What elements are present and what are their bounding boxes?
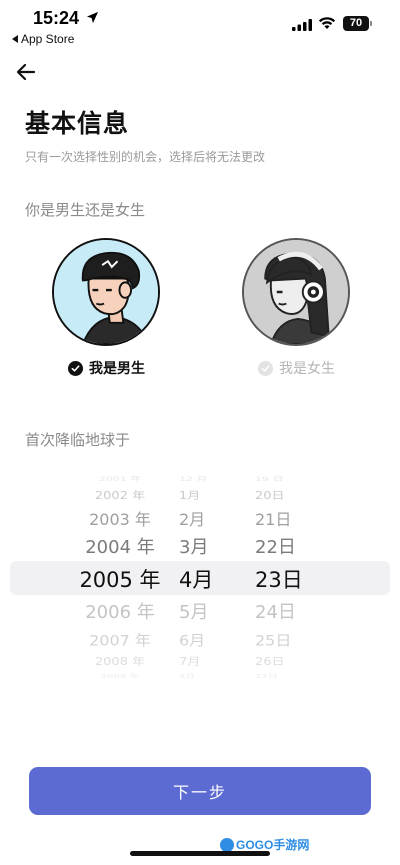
birth-date-picker[interactable]: 2001 年 2002 年 2003 年 2004 年 2005 年 2006 …: [0, 474, 400, 680]
checkmark-icon: [258, 360, 273, 376]
cellular-signal-icon: [292, 19, 312, 31]
day-option[interactable]: 20日: [245, 487, 305, 502]
boy-avatar-illustration: [54, 240, 158, 344]
year-option[interactable]: 2002 年: [70, 487, 170, 502]
year-option[interactable]: 2006 年: [70, 598, 170, 624]
month-option[interactable]: 12 月: [170, 475, 220, 484]
male-option-label: 我是男生: [89, 361, 145, 377]
day-option[interactable]: 19 日: [245, 475, 305, 484]
day-option[interactable]: 26日: [245, 653, 305, 668]
back-to-app-store[interactable]: App Store: [12, 32, 74, 46]
female-option[interactable]: 我是女生: [258, 358, 335, 378]
gender-question: 你是男生还是女生: [25, 201, 146, 219]
battery-level: 70: [343, 16, 369, 31]
birth-question: 首次降临地球于: [25, 431, 131, 449]
month-option[interactable]: 1月: [170, 487, 220, 502]
back-triangle-icon: [12, 35, 18, 43]
year-option[interactable]: 2003 年: [70, 506, 170, 530]
month-option[interactable]: 8月: [170, 671, 220, 680]
page-title: 基本信息: [25, 109, 130, 138]
day-option[interactable]: 25日: [245, 628, 305, 650]
checkmark-icon: [68, 360, 83, 376]
page-subtitle: 只有一次选择性别的机会，选择后将无法更改: [25, 150, 266, 164]
home-indicator[interactable]: [130, 851, 270, 856]
back-to-app-label: App Store: [21, 32, 75, 46]
year-option[interactable]: 2008 年: [70, 653, 170, 668]
male-option[interactable]: 我是男生: [68, 358, 145, 378]
year-wheel[interactable]: 2001 年 2002 年 2003 年 2004 年 2005 年 2006 …: [70, 474, 170, 680]
status-bar: 15:24 App Store 70: [0, 0, 400, 50]
month-option[interactable]: 5月: [170, 598, 220, 624]
month-option[interactable]: 6月: [170, 628, 220, 650]
location-arrow-icon: [86, 11, 99, 24]
month-option[interactable]: 3月: [170, 533, 220, 559]
next-step-button[interactable]: 下一步: [29, 767, 371, 815]
female-option-label: 我是女生: [279, 361, 335, 377]
day-option[interactable]: 21日: [245, 506, 305, 530]
month-option[interactable]: 2月: [170, 506, 220, 530]
battery-nub: [370, 21, 372, 26]
day-option[interactable]: 27日: [245, 671, 305, 680]
status-time: 15:24: [33, 8, 80, 28]
girl-avatar-illustration: [244, 240, 348, 344]
battery-indicator: 70: [343, 16, 373, 32]
year-option[interactable]: 2009 年: [70, 671, 170, 680]
day-option[interactable]: 22日: [245, 533, 305, 559]
year-option[interactable]: 2004 年: [70, 533, 170, 559]
male-avatar-option[interactable]: [52, 238, 160, 346]
day-wheel[interactable]: 19 日 20日 21日 22日 23日 24日 25日 26日 27日: [245, 474, 305, 680]
watermark-logo-icon: [220, 837, 234, 852]
female-avatar-option[interactable]: [242, 238, 350, 346]
month-option[interactable]: 7月: [170, 653, 220, 668]
day-option[interactable]: 24日: [245, 598, 305, 624]
month-option-selected[interactable]: 4月: [170, 564, 220, 594]
year-option[interactable]: 2007 年: [70, 628, 170, 650]
year-option[interactable]: 2001 年: [70, 475, 170, 484]
day-option-selected[interactable]: 23日: [245, 564, 305, 594]
wifi-icon: [318, 17, 336, 29]
month-wheel[interactable]: 12 月 1月 2月 3月 4月 5月 6月 7月 8月: [170, 474, 220, 680]
arrow-left-icon[interactable]: [14, 60, 38, 84]
year-option-selected[interactable]: 2005 年: [70, 564, 170, 594]
